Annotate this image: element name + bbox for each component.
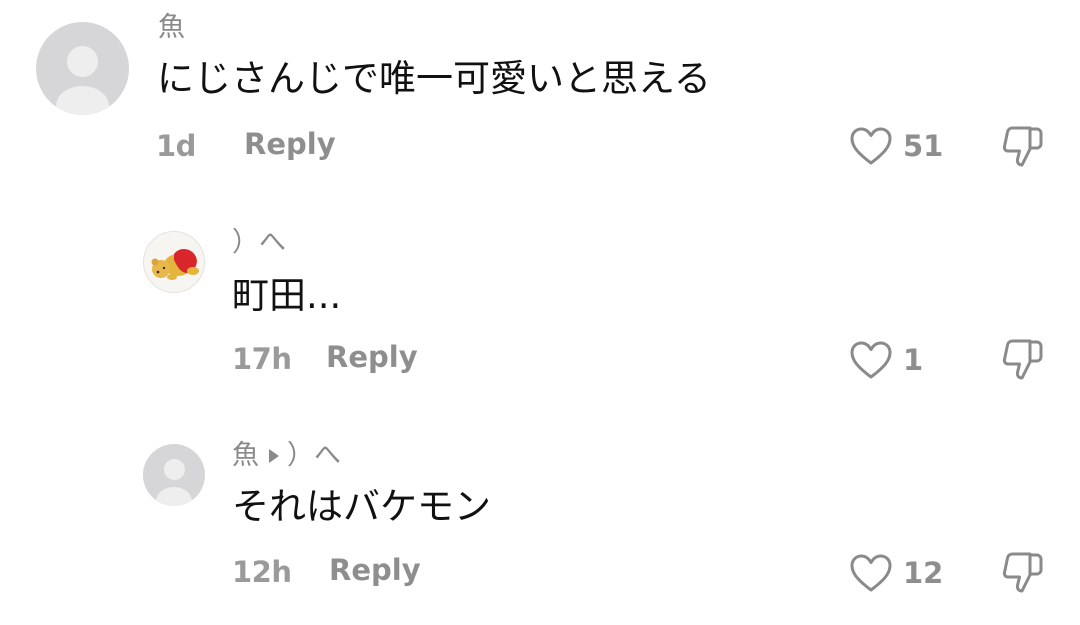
default-avatar-icon[interactable] [143, 444, 205, 506]
comment-username[interactable]: ）へ [232, 229, 286, 256]
comment-text: それはバケモン [232, 485, 491, 528]
avatar-head-shape [164, 459, 185, 480]
dislike-icon[interactable] [1000, 550, 1046, 596]
heart-icon [850, 127, 892, 165]
avatar-body-shape [56, 86, 109, 115]
comment-timestamp: 17h [232, 342, 292, 376]
like-count: 12 [903, 555, 944, 590]
pooh-illustration [151, 248, 199, 280]
winnie-the-pooh-avatar[interactable] [143, 231, 205, 293]
comment-text: 町田... [232, 274, 342, 317]
reply-button[interactable]: Reply [326, 343, 418, 372]
comment-username[interactable]: 魚 [232, 440, 259, 471]
comment-item: 魚 にじさんじで唯一可愛いと思える 1d Reply 51 [0, 0, 1080, 205]
reply-item: ）へ 町田... 17h Reply 1 [0, 215, 1080, 415]
avatar-head-shape [67, 46, 98, 77]
comment-timestamp: 12h [232, 555, 292, 589]
dislike-icon[interactable] [1000, 124, 1046, 170]
reply-to-username[interactable]: ）へ [287, 440, 341, 471]
like-count: 1 [903, 342, 924, 377]
comment-text: にじさんじで唯一可愛いと思える [157, 57, 711, 100]
reply-arrow-icon [269, 448, 279, 463]
reply-button[interactable]: Reply [329, 556, 421, 585]
comment-username[interactable]: 魚 [158, 14, 185, 41]
like-button[interactable]: 1 [849, 340, 923, 380]
default-avatar-icon[interactable] [36, 22, 129, 115]
like-button[interactable]: 12 [849, 553, 943, 593]
like-count: 51 [903, 128, 944, 163]
heart-icon [850, 554, 892, 592]
heart-icon [850, 341, 892, 379]
like-button[interactable]: 51 [849, 126, 943, 166]
comment-username-line: 魚 ）へ [232, 442, 341, 469]
dislike-icon[interactable] [1000, 337, 1046, 383]
reply-button[interactable]: Reply [244, 130, 336, 159]
avatar-body-shape [156, 487, 192, 506]
reply-item: 魚 ）へ それはバケモン 12h Reply 12 [0, 430, 1080, 625]
comment-timestamp: 1d [156, 129, 196, 163]
